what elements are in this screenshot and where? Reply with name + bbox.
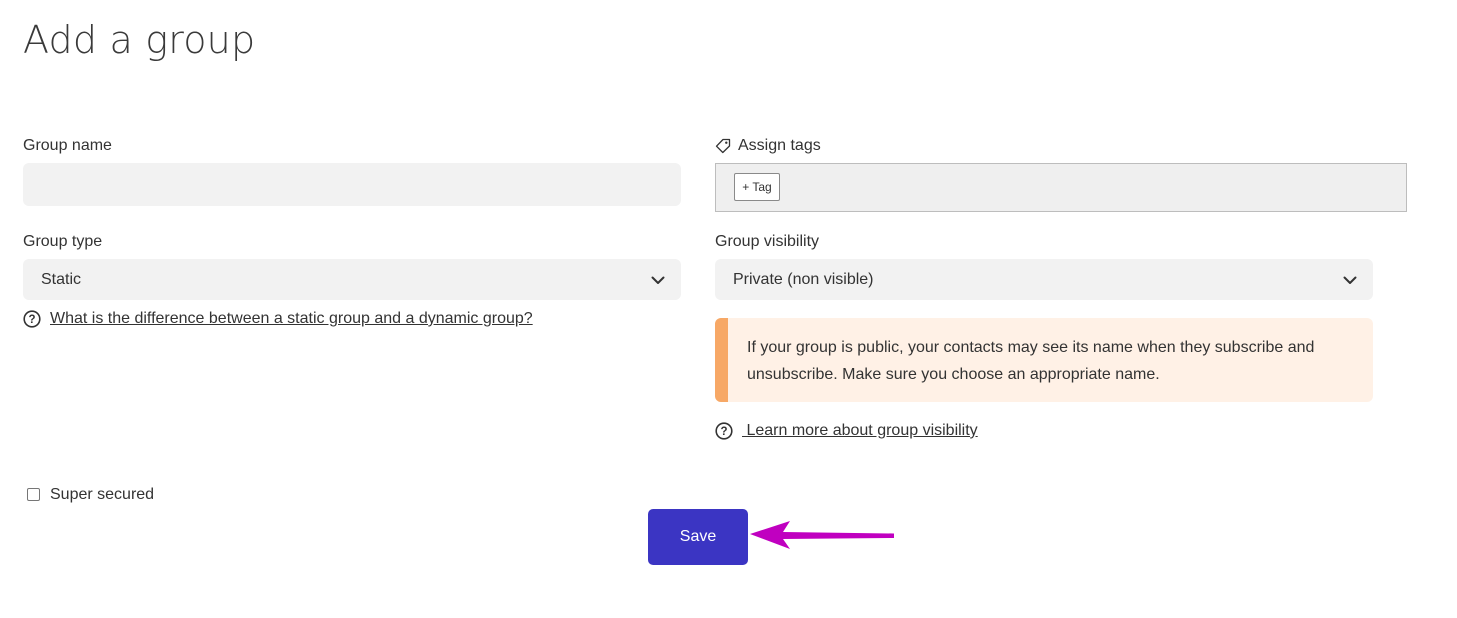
group-visibility-help-link[interactable]: Learn more about group visibility [742,422,977,440]
static-vs-dynamic-help-link[interactable]: What is the difference between a static … [50,310,533,328]
super-secured-row: Super secured [27,486,154,504]
group-visibility-help: ? Learn more about group visibility [715,422,978,440]
tags-field[interactable]: + Tag [715,163,1407,212]
svg-text:?: ? [28,314,35,326]
group-type-label: Group type [23,233,103,250]
group-name-label: Group name [23,137,112,154]
question-circle-icon: ? [23,310,41,328]
alert-text: If your group is public, your contacts m… [747,339,1315,383]
group-name-input[interactable] [23,163,681,206]
assign-tags-label: Assign tags [738,137,821,154]
save-button[interactable]: Save [648,509,748,565]
group-visibility-label: Group visibility [715,233,820,250]
svg-text:?: ? [720,426,727,438]
group-type-selected-value: Static [41,270,82,288]
visibility-warning-alert: If your group is public, your contacts m… [715,318,1373,402]
question-circle-icon: ? [715,422,733,440]
page-title: Add a group [23,18,256,62]
group-type-help: ? What is the difference between a stati… [23,310,533,328]
super-secured-label: Super secured [50,486,155,503]
annotation-arrow-icon [750,521,894,549]
chevron-down-icon [1343,276,1357,284]
assign-tags-label-row: Assign tags [715,137,821,155]
alert-accent-bar [715,318,728,402]
group-type-select[interactable]: Static [23,259,681,300]
group-visibility-selected-value: Private (non visible) [733,270,874,288]
chevron-down-icon [651,276,665,284]
super-secured-checkbox[interactable] [27,487,40,501]
group-visibility-select[interactable]: Private (non visible) [715,259,1373,300]
tag-icon [715,138,731,154]
add-tag-button[interactable]: + Tag [734,173,780,201]
